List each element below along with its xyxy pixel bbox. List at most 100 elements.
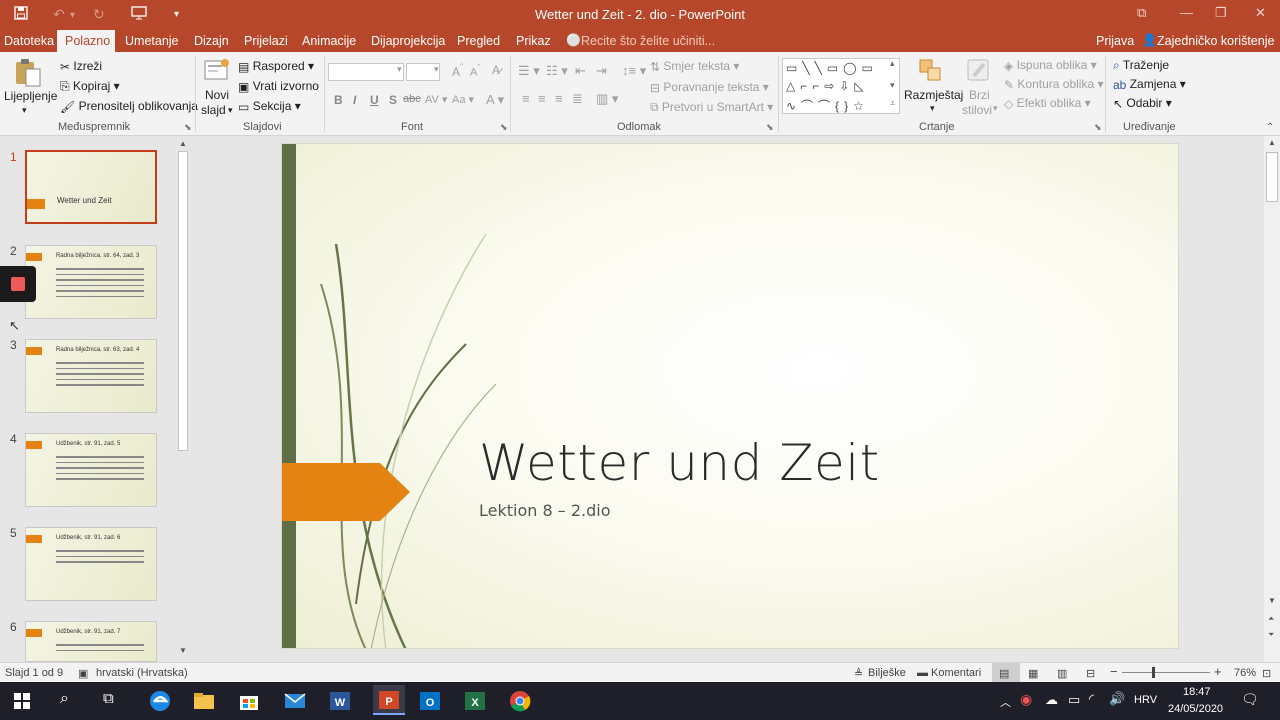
font-family-dropdown-icon[interactable]: ▾ — [397, 64, 402, 75]
paste-button[interactable]: Lijepljenje — [4, 89, 57, 103]
smartart-button[interactable]: ⧉ Pretvori u SmartArt ▾ — [650, 100, 773, 115]
record-stop-widget[interactable] — [0, 266, 36, 302]
volume-icon[interactable]: 🔊 — [1109, 691, 1125, 707]
shape-effects-button[interactable]: ◇ Efekti oblika ▾ — [1004, 96, 1091, 111]
shapes-row-3[interactable]: ∿⌒⌒{}☆ — [786, 97, 869, 114]
clock-date[interactable]: 24/05/2020 — [1168, 703, 1223, 715]
shrink-font-icon[interactable]: Aˇ — [470, 63, 480, 79]
copy-button[interactable]: ⎘ Kopiraj ▾ — [60, 79, 120, 94]
scrollbar-thumb[interactable] — [178, 151, 188, 451]
collapse-ribbon-icon[interactable]: ⌃ — [1266, 122, 1274, 133]
font-launcher-icon[interactable]: ⬊ — [500, 122, 508, 133]
shapes-scroll-up-icon[interactable]: ▴ — [890, 58, 895, 69]
shapes-row-1[interactable]: ▭╲╲▭◯▭ — [786, 61, 878, 75]
zoom-slider[interactable] — [1122, 672, 1210, 673]
underline-icon[interactable]: U — [370, 93, 379, 107]
ribbon-display-options-icon[interactable]: ⧉ — [1137, 5, 1146, 21]
zoom-out-icon[interactable]: − — [1110, 664, 1118, 679]
clipboard-launcher-icon[interactable]: ⬊ — [184, 122, 192, 133]
zoom-in-icon[interactable]: + — [1214, 664, 1222, 679]
scrollbar-thumb[interactable] — [1266, 152, 1278, 202]
quick-styles-icon[interactable] — [966, 58, 992, 87]
line-spacing-icon[interactable]: ↕≡ ▾ — [622, 63, 646, 79]
minimize-icon[interactable]: — — [1180, 5, 1193, 20]
font-size-dropdown-icon[interactable]: ▾ — [434, 64, 439, 75]
reading-view-icon[interactable]: ▥ — [1057, 667, 1067, 680]
search-icon[interactable]: ⌕ — [60, 690, 69, 708]
drawing-launcher-icon[interactable]: ⬊ — [1094, 122, 1102, 133]
tab-slideshow[interactable]: Dijaprojekcija — [371, 34, 445, 48]
align-left-icon[interactable]: ≡ — [522, 91, 530, 106]
zoom-slider-thumb[interactable] — [1152, 667, 1155, 678]
input-language[interactable]: HRV — [1134, 694, 1157, 706]
tray-app-icon[interactable]: ◉ — [1020, 691, 1032, 708]
notes-button[interactable]: Bilješke — [868, 667, 906, 679]
zoom-level[interactable]: 76% — [1234, 667, 1256, 679]
comments-button[interactable]: Komentari — [931, 667, 981, 679]
italic-icon[interactable]: I — [353, 93, 356, 107]
slide-thumbnail-2[interactable]: Radna bilježnica, str. 64, zad. 3 — [25, 245, 157, 319]
tab-home[interactable]: Polazno — [57, 30, 115, 52]
new-slide-dropdown-icon[interactable]: ▾ — [228, 105, 233, 116]
section-button[interactable]: ▭ Sekcija ▾ — [238, 99, 301, 114]
new-slide-label-1[interactable]: Novi — [205, 88, 229, 102]
quick-styles-dropdown-icon[interactable]: ▾ — [993, 103, 998, 114]
arrange-dropdown-icon[interactable]: ▾ — [930, 103, 935, 114]
slide-thumbnail-5[interactable]: Udžbenik, str. 91, zad. 6 — [25, 527, 157, 601]
scroll-down-icon[interactable]: ▼ — [179, 646, 187, 655]
share-button[interactable]: Zajedničko korištenje — [1157, 34, 1274, 48]
slide-thumbnail-4[interactable]: Udžbenik, str. 91, zad. 5 — [25, 433, 157, 507]
char-spacing-icon[interactable]: AV ▾ — [425, 93, 447, 106]
shape-outline-button[interactable]: ✎ Kontura oblika ▾ — [1004, 77, 1103, 92]
chrome-icon[interactable] — [508, 689, 534, 713]
powerpoint-taskbar-item[interactable]: P — [373, 685, 405, 715]
shapes-more-icon[interactable]: ⩡ — [890, 98, 895, 109]
quick-styles-label-2[interactable]: stilovi — [962, 103, 992, 117]
fit-slide-icon[interactable]: ⊡ — [1262, 667, 1271, 680]
file-explorer-icon[interactable] — [192, 689, 218, 713]
slide-thumbnail-1[interactable]: Wetter und Zeit — [25, 150, 157, 224]
slide-title[interactable]: Wetter und Zeit — [479, 434, 880, 492]
paragraph-launcher-icon[interactable]: ⬊ — [766, 122, 774, 133]
edge-icon[interactable] — [148, 689, 174, 713]
clock-time[interactable]: 18:47 — [1183, 686, 1211, 698]
paste-icon[interactable] — [14, 58, 42, 91]
grow-font-icon[interactable]: Aˆ — [452, 63, 463, 79]
previous-slide-icon[interactable]: ⏶ — [1268, 614, 1274, 624]
word-icon[interactable]: W — [328, 689, 354, 713]
cut-button[interactable]: ✂ Izreži — [60, 59, 102, 74]
restore-icon[interactable]: ❐ — [1215, 5, 1227, 21]
slide-subtitle[interactable]: Lektion 8 – 2.dio — [479, 501, 610, 520]
text-direction-button[interactable]: ⇅ Smjer teksta ▾ — [650, 59, 739, 74]
scroll-up-icon[interactable]: ▲ — [1268, 138, 1276, 147]
onedrive-icon[interactable]: ☁ — [1045, 692, 1058, 708]
tab-insert[interactable]: Umetanje — [125, 34, 179, 48]
excel-icon[interactable]: X — [463, 689, 489, 713]
new-slide-icon[interactable] — [204, 58, 230, 85]
quick-styles-label-1[interactable]: Brzi — [969, 88, 990, 102]
numbering-icon[interactable]: ☷ ▾ — [546, 63, 568, 79]
proofing-icon[interactable]: ▣ — [78, 667, 88, 680]
tell-me-search[interactable]: Recite što želite učiniti... — [581, 34, 715, 48]
notes-icon[interactable]: ≜ — [854, 667, 863, 680]
slide-thumbnail-6[interactable]: Udžbenik, str. 91, zad. 7 — [25, 621, 157, 662]
thumbnail-scrollbar[interactable]: ▲ ▼ — [176, 137, 190, 657]
sign-in-link[interactable]: Prijava — [1096, 34, 1134, 48]
justify-icon[interactable]: ≣ — [572, 91, 583, 107]
next-slide-icon[interactable]: ⏷ — [1268, 630, 1274, 640]
scroll-down-icon[interactable]: ▼ — [1268, 596, 1276, 605]
strikethrough-icon[interactable]: abc — [403, 93, 421, 105]
task-view-icon[interactable]: ⧉ — [103, 690, 114, 707]
bold-icon[interactable]: B — [334, 93, 343, 107]
scroll-up-icon[interactable]: ▲ — [179, 139, 187, 148]
select-button[interactable]: ↖ Odabir ▾ — [1113, 96, 1172, 111]
slide-sorter-icon[interactable]: ▦ — [1028, 667, 1038, 680]
tab-file[interactable]: Datoteka — [4, 34, 54, 48]
bullets-icon[interactable]: ☰ ▾ — [518, 63, 540, 79]
wifi-icon[interactable]: ◜ — [1089, 691, 1094, 707]
show-hidden-icons-icon[interactable]: ︿ — [1000, 694, 1011, 710]
increase-indent-icon[interactable]: ⇥ — [596, 63, 607, 79]
comments-icon[interactable]: ▬ — [917, 667, 928, 679]
tab-view[interactable]: Prikaz — [516, 34, 551, 48]
align-text-button[interactable]: ⊟ Poravnanje teksta ▾ — [650, 80, 769, 95]
